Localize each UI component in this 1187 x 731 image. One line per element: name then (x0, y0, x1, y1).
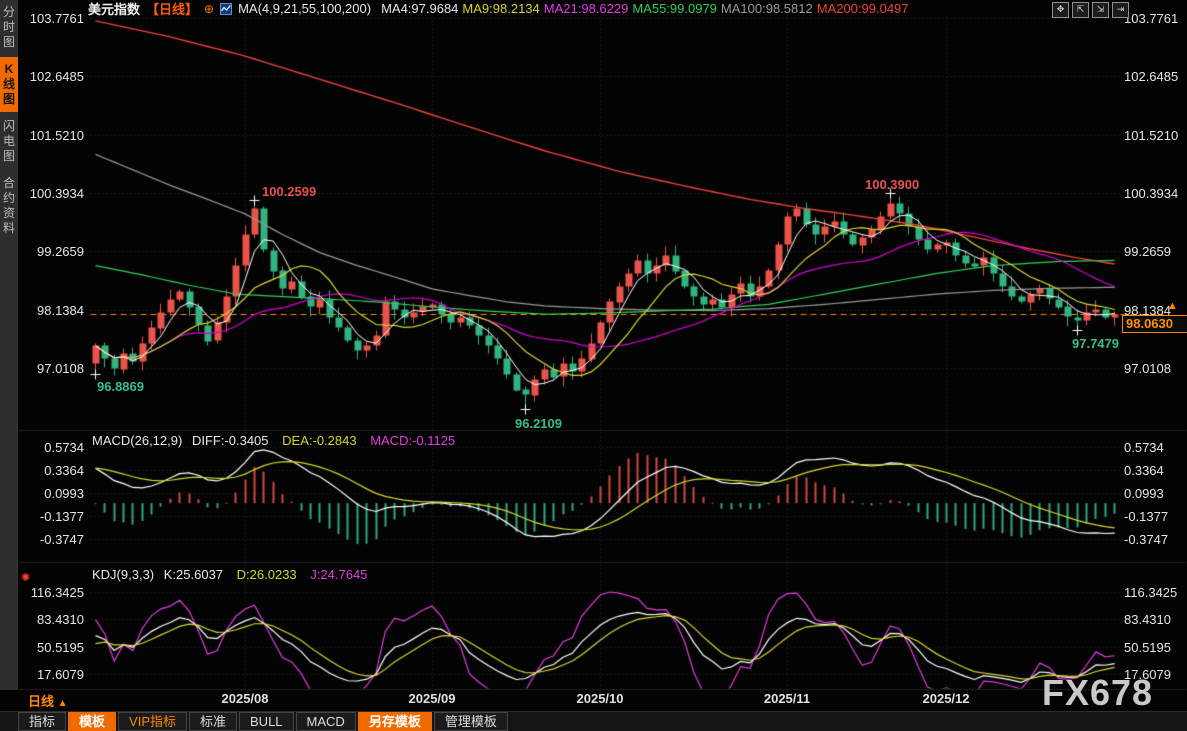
bottom-toolbar: 指标 模板 VIP指标 标准 BULL MACD 另存模板 管理模板 (0, 711, 1187, 731)
chart-icon (220, 2, 233, 15)
ma-params-label: MA(4,9,21,55,100,200) (238, 1, 372, 16)
sidebar-item-合约资料[interactable]: 合约资料 (0, 171, 18, 241)
kdj-title: KDJ(9,3,3) (92, 567, 155, 582)
price-extreme-label: 96.8869 (97, 379, 144, 394)
current-price-value: 98.0630 (1126, 316, 1173, 331)
period-tag[interactable]: 【日线】 (146, 0, 198, 18)
price-up-arrow-icon: ▲ (1167, 300, 1178, 312)
sidebar-item-K线图[interactable]: K线图 (0, 57, 18, 112)
toolbar-tab-VIP指标[interactable]: VIP指标 (118, 712, 187, 731)
macd-title: MACD(26,12,9) (92, 433, 183, 448)
chart-type-sidebar: 分时图 K线图闪电图合约资料 (0, 0, 18, 690)
add-indicator-icon[interactable]: ⊕ (204, 2, 214, 16)
kdj-axis-label-right: 116.3425 (1124, 585, 1178, 600)
shift-right-icon[interactable]: ⇥ (1112, 2, 1129, 18)
date-axis-label: 2025/08 (221, 691, 269, 706)
sidebar-item-分时图[interactable]: 分时图 (0, 0, 18, 55)
main-axis-label-right: 100.3934 (1124, 186, 1179, 201)
price-extreme-label: 97.7479 (1072, 336, 1119, 351)
toolbar-tab-另存模板[interactable]: 另存模板 (357, 712, 432, 731)
ma-value: MA100:98.5812 (720, 1, 813, 16)
toolbar-tab-指标[interactable]: 指标 (18, 712, 67, 731)
symbol-title: 美元指数 (88, 2, 141, 17)
kdj-header: KDJ(9,3,3) K:25.6037 D:26.0233 J:24.7645 (92, 567, 367, 582)
period-label-text: 日线 (28, 694, 55, 709)
macd-axis-label-right: 0.5734 (1124, 440, 1164, 455)
toolbar-tab-管理模板[interactable]: 管理模板 (433, 712, 508, 731)
fit-vertical-icon[interactable]: ⇱ (1072, 2, 1089, 18)
kdj-axis-label-right: 50.5195 (1124, 640, 1171, 655)
period-label[interactable]: 日线 ▲ (28, 691, 68, 710)
kdj-j-value: J:24.7645 (310, 567, 368, 582)
main-axis-label-right: 97.0108 (1124, 361, 1171, 376)
macd-dea-value: DEA:-0.2843 (282, 433, 357, 448)
kdj-k-value: K:25.6037 (163, 567, 224, 582)
main-axis-label-right: 101.5210 (1124, 128, 1179, 143)
price-extreme-label: 96.2109 (515, 416, 562, 431)
macd-axis-label-right: -0.1377 (1124, 509, 1169, 524)
ma-value: MA4:97.9684 (381, 1, 459, 16)
pan-icon[interactable]: ✥ (1052, 2, 1069, 18)
macd-header: MACD(26,12,9) DIFF:-0.3405 DEA:-0.2843 M… (92, 433, 455, 448)
price-extreme-label: 100.3900 (865, 177, 920, 192)
ma-value: MA200:99.0497 (816, 1, 909, 16)
chart-header: 美元指数 【日线】 ⊕ MA(4,9,21,55,100,200) MA4:97… (88, 0, 909, 17)
macd-axis-label-right: -0.3747 (1124, 532, 1169, 547)
main-axis-label-right: 102.6485 (1124, 69, 1179, 84)
sidebar-item-闪电图[interactable]: 闪电图 (0, 114, 18, 169)
current-price-box: 98.0630 (1122, 315, 1187, 333)
alarm-icon[interactable]: ✺ (21, 571, 30, 584)
ma-values: MA4:97.9684 MA9:98.2134 MA21:98.6229 MA55:9… (377, 1, 908, 16)
toolbar-tab-BULL[interactable]: BULL (239, 712, 294, 731)
ma-value: MA21:98.6229 (543, 1, 629, 16)
fit-horizontal-icon[interactable]: ⇲ (1092, 2, 1109, 18)
main-axis-label-right: 103.7761 (1124, 11, 1179, 26)
macd-axis-label-right: 0.3364 (1124, 463, 1164, 478)
period-arrow-icon: ▲ (57, 698, 68, 709)
ma-value: MA55:99.0979 (632, 1, 717, 16)
kdj-axis-label-right: 17.6079 (1124, 667, 1171, 682)
trading-app: 103.7761 103.7761 102.6485 102.6485 101.5210… (0, 0, 1187, 731)
kdj-d-value: D:26.0233 (236, 567, 297, 582)
date-axis-label: 2025/10 (576, 691, 624, 706)
ma-value: MA9:98.2134 (462, 1, 540, 16)
toolbar-tab-模板[interactable]: 模板 (68, 712, 117, 731)
toolbar-tab-MACD[interactable]: MACD (295, 712, 356, 731)
macd-axis-label-right: 0.0993 (1124, 486, 1164, 501)
macd-diff-value: DIFF:-0.3405 (191, 433, 269, 448)
price-extreme-label: 100.2599 (262, 184, 317, 199)
date-axis-label: 2025/11 (763, 691, 811, 706)
macd-macd-value: MACD:-0.1125 (370, 433, 456, 448)
header-toolbuttons: ✥ ⇱ ⇲ ⇥ (1052, 2, 1129, 18)
date-axis-label: 2025/12 (922, 691, 970, 706)
toolbar-tab-标准[interactable]: 标准 (189, 712, 238, 731)
price-chart-canvas[interactable] (0, 0, 1187, 731)
date-axis-label: 2025/09 (408, 691, 456, 706)
main-axis-label-right: 99.2659 (1124, 244, 1171, 259)
kdj-axis-label-right: 83.4310 (1124, 612, 1171, 627)
